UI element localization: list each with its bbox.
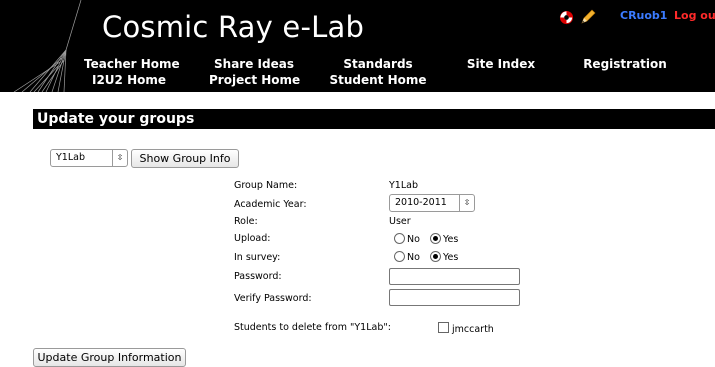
group-name-label: Group Name:: [234, 180, 298, 191]
section-title-bar: Update your groups: [33, 109, 715, 129]
pencil-icon[interactable]: [580, 9, 596, 25]
survey-no-label: No: [407, 252, 420, 263]
students-delete-label: Students to delete from "Y1Lab":: [234, 322, 391, 333]
site-header: Cosmic Ray e-Lab CRuob1 Log out Teacher …: [0, 0, 715, 92]
nav-group-4: Site Index: [466, 56, 536, 72]
update-group-information-button[interactable]: Update Group Information: [33, 348, 186, 367]
section-title: Update your groups: [37, 111, 195, 127]
upload-yes-radio[interactable]: [430, 233, 441, 244]
nav-i2u2-home[interactable]: I2U2 Home: [84, 72, 174, 88]
nav-teacher-home[interactable]: Teacher Home: [84, 56, 180, 72]
role-value: User: [389, 216, 411, 227]
upload-yes-label: Yes: [443, 234, 459, 245]
nav-student-home[interactable]: Student Home: [328, 72, 428, 88]
survey-no-radio[interactable]: [394, 251, 405, 262]
upload-label: Upload:: [234, 233, 271, 244]
chevron-updown-icon: ⇳: [459, 195, 474, 211]
nav-group-2: Share Ideas Project Home: [209, 56, 300, 88]
group-select-value: Y1Lab: [56, 152, 85, 163]
survey-yes-label: Yes: [443, 252, 459, 263]
nav-group-5: Registration: [580, 56, 670, 72]
header-icons: [559, 8, 596, 26]
password-label: Password:: [234, 271, 282, 282]
show-group-info-button[interactable]: Show Group Info: [131, 149, 239, 168]
logout-link[interactable]: Log out: [674, 9, 715, 22]
academic-year-label: Academic Year:: [234, 199, 307, 210]
chevron-updown-icon: ⇳: [112, 150, 127, 166]
group-name-value: Y1Lab: [389, 180, 418, 191]
academic-year-select[interactable]: 2010-2011 ⇳: [389, 194, 475, 212]
nav-project-home[interactable]: Project Home: [209, 72, 300, 88]
nav-standards[interactable]: Standards: [328, 56, 428, 72]
nav-share-ideas[interactable]: Share Ideas: [209, 56, 299, 72]
upload-no-radio[interactable]: [394, 233, 405, 244]
role-label: Role:: [234, 216, 258, 227]
site-title[interactable]: Cosmic Ray e-Lab: [102, 10, 364, 44]
password-field[interactable]: [389, 268, 520, 285]
student-name: jmccarth: [452, 324, 494, 335]
nav-group-1: Teacher Home I2U2 Home: [84, 56, 180, 88]
verify-password-label: Verify Password:: [234, 293, 312, 304]
group-select[interactable]: Y1Lab ⇳: [50, 149, 128, 167]
student-delete-checkbox[interactable]: [438, 322, 449, 333]
nav-group-3: Standards Student Home: [328, 56, 428, 88]
nav-registration[interactable]: Registration: [580, 56, 670, 72]
lifebuoy-icon[interactable]: [559, 10, 574, 25]
academic-year-value: 2010-2011: [395, 197, 447, 208]
survey-label: In survey:: [234, 252, 281, 263]
survey-yes-radio[interactable]: [430, 251, 441, 262]
verify-password-field[interactable]: [389, 289, 520, 306]
upload-no-label: No: [407, 234, 420, 245]
user-name-link[interactable]: CRuob1: [620, 9, 667, 22]
nav-site-index[interactable]: Site Index: [466, 56, 536, 72]
